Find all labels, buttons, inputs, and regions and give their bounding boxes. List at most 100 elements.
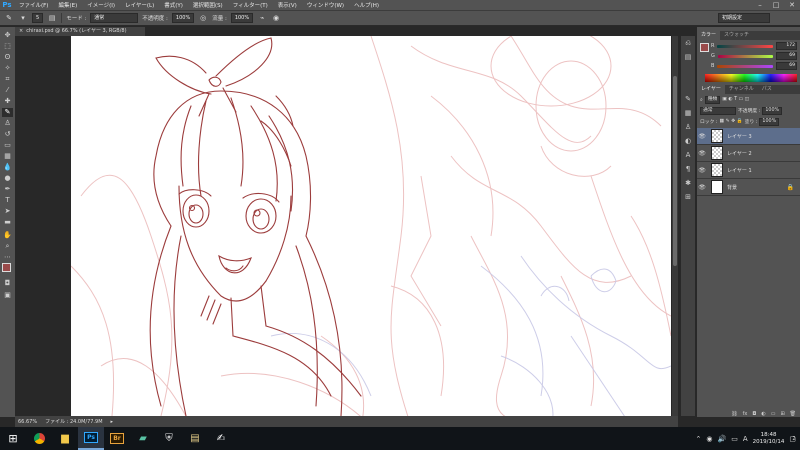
menu-file[interactable]: ファイル(F) — [14, 1, 53, 9]
pressure-size-icon[interactable]: ◉ — [271, 13, 281, 23]
scroll-thumb[interactable] — [673, 76, 677, 266]
quick-select-tool-icon[interactable]: ✧ — [2, 64, 13, 73]
notification-icon[interactable]: ▢ 2 — [789, 435, 796, 443]
notebook-icon[interactable]: ▰ — [130, 427, 156, 450]
move-tool-icon[interactable]: ✥ — [2, 31, 13, 40]
layer-opacity-field[interactable]: 100% — [762, 106, 783, 115]
slider-r-track[interactable] — [717, 44, 774, 48]
gradient-tool-icon[interactable]: ▦ — [2, 152, 13, 161]
healing-brush-tool-icon[interactable]: ✚ — [2, 97, 13, 106]
canvas[interactable] — [71, 36, 671, 416]
slider-b-track[interactable] — [717, 64, 774, 68]
path-select-tool-icon[interactable]: ➤ — [2, 207, 13, 216]
type-tool-icon[interactable]: T — [2, 196, 13, 205]
properties-panel-icon[interactable]: ▤ — [683, 52, 693, 62]
scanner-icon[interactable]: ▤ — [182, 427, 208, 450]
layer-row[interactable]: 👁 レイヤー 2 — [697, 145, 800, 162]
fx-icon[interactable]: fx — [743, 411, 748, 417]
layer-row[interactable]: 👁 レイヤー 3 — [697, 128, 800, 145]
brush-presets-icon[interactable]: ▦ — [683, 108, 693, 118]
pressure-opacity-icon[interactable]: ◎ — [198, 13, 208, 23]
chrome-icon[interactable] — [26, 427, 52, 450]
foreground-color-swatch[interactable] — [2, 263, 11, 272]
tab-swatches[interactable]: スウォッチ — [720, 31, 753, 40]
menu-edit[interactable]: 編集(E) — [53, 1, 82, 9]
menu-view[interactable]: 表示(V) — [273, 1, 302, 9]
mode-select[interactable]: 通常 — [90, 13, 139, 23]
workspace-select[interactable]: 初期設定 — [718, 13, 770, 23]
layer-kind-select[interactable]: 種類 — [704, 95, 721, 104]
history-panel-icon[interactable]: ⎌ — [683, 38, 693, 48]
screen-mode-icon[interactable]: ▣ — [2, 291, 13, 300]
adjustment-layer-icon[interactable]: ◐ — [761, 411, 765, 417]
layer-name[interactable]: レイヤー 2 — [727, 150, 752, 157]
blend-mode-select[interactable]: 通常 — [700, 106, 736, 115]
eye-icon[interactable]: 👁 — [697, 167, 707, 174]
slider-b[interactable]: B 69 — [711, 62, 797, 70]
fill-field[interactable]: 100% — [759, 117, 780, 126]
new-layer-icon[interactable]: ⊞ — [780, 411, 784, 417]
menu-select[interactable]: 選択範囲(S) — [188, 1, 228, 9]
menu-layer[interactable]: レイヤー(L) — [120, 1, 159, 9]
clock[interactable]: 18:48 2019/10/14 — [753, 432, 785, 446]
layer-name[interactable]: 背景 — [727, 184, 737, 191]
chevron-right-icon[interactable]: ▸ — [111, 419, 114, 425]
zoom-tool-icon[interactable]: ⌕ — [2, 242, 13, 251]
lock-icons[interactable]: ▦ ✎ ✥ 🔒 — [720, 119, 743, 124]
adjustments-icon[interactable]: ◐ — [683, 136, 693, 146]
slider-r[interactable]: R 172 — [711, 42, 797, 50]
security-shield-icon[interactable]: ⛨ — [156, 427, 182, 450]
trash-icon[interactable]: 🗑 — [790, 411, 796, 417]
clone-source-icon[interactable]: ♙ — [683, 122, 693, 132]
quick-mask-icon[interactable]: ◘ — [2, 279, 13, 288]
color-spectrum[interactable] — [705, 74, 797, 82]
brush-tool-icon[interactable]: ✎ — [2, 108, 13, 117]
bridge-icon[interactable]: Br — [104, 427, 130, 450]
slider-r-value[interactable]: 172 — [776, 42, 797, 50]
brush-size-picker[interactable]: 5 — [32, 13, 44, 23]
document-tab[interactable]: × chiraxi.psd @ 66.7% (レイヤー 3, RGB/8) — [15, 27, 145, 36]
pen-tool-icon[interactable]: ✒ — [2, 185, 13, 194]
navigator-panel-icon[interactable]: ⊞ — [683, 192, 693, 202]
lasso-tool-icon[interactable]: ʘ — [2, 53, 13, 62]
photoshop-icon[interactable]: Ps — [78, 427, 104, 450]
layer-name[interactable]: レイヤー 1 — [727, 167, 752, 174]
menu-type[interactable]: 書式(Y) — [159, 1, 188, 9]
history-brush-tool-icon[interactable]: ↺ — [2, 130, 13, 139]
slider-g[interactable]: G 69 — [711, 52, 797, 60]
eraser-tool-icon[interactable]: ▭ — [2, 141, 13, 150]
eye-icon[interactable]: 👁 — [697, 133, 707, 140]
file-explorer-icon[interactable]: ▆ — [52, 427, 78, 450]
opacity-field[interactable]: 100% — [171, 13, 195, 23]
chevron-down-icon[interactable]: ▾ — [18, 13, 28, 23]
speaker-icon[interactable]: 🔊 — [718, 435, 727, 443]
slider-g-track[interactable] — [717, 54, 774, 58]
filter-icons[interactable]: ▣ ◐ T ▭ ◫ — [722, 97, 749, 102]
hand-tool-icon[interactable]: ✋ — [2, 231, 13, 240]
new-group-icon[interactable]: ▭ — [771, 411, 776, 417]
start-button[interactable]: ⊞ — [0, 427, 26, 450]
close-tab-icon[interactable]: × — [19, 28, 23, 34]
clone-stamp-tool-icon[interactable]: ♙ — [2, 119, 13, 128]
layer-name[interactable]: レイヤー 3 — [727, 133, 752, 140]
flow-field[interactable]: 100% — [230, 13, 254, 23]
maximize-button[interactable]: □ — [768, 1, 784, 9]
crop-tool-icon[interactable]: ⌗ — [2, 75, 13, 84]
menu-image[interactable]: イメージ(I) — [82, 1, 120, 9]
brush-preset-icon[interactable]: ✎ — [4, 13, 14, 23]
airbrush-icon[interactable]: ⌁ — [257, 13, 267, 23]
menu-filter[interactable]: フィルター(T) — [228, 1, 273, 9]
tab-channels[interactable]: チャンネル — [725, 85, 758, 94]
menu-window[interactable]: ウィンドウ(W) — [302, 1, 349, 9]
menu-help[interactable]: ヘルプ(H) — [349, 1, 384, 9]
shape-tool-icon[interactable]: ▬ — [2, 218, 13, 227]
close-button[interactable]: ✕ — [784, 1, 800, 9]
ime-indicator[interactable]: A — [743, 435, 748, 443]
layer-row[interactable]: 👁 レイヤー 1 — [697, 162, 800, 179]
battery-icon[interactable]: ▭ — [731, 435, 738, 443]
signature-icon[interactable]: ✍ — [208, 427, 234, 450]
tab-color[interactable]: カラー — [697, 31, 721, 40]
eye-icon[interactable]: 👁 — [697, 184, 707, 191]
marquee-tool-icon[interactable]: ⬚ — [2, 42, 13, 51]
slider-b-value[interactable]: 69 — [776, 62, 797, 70]
